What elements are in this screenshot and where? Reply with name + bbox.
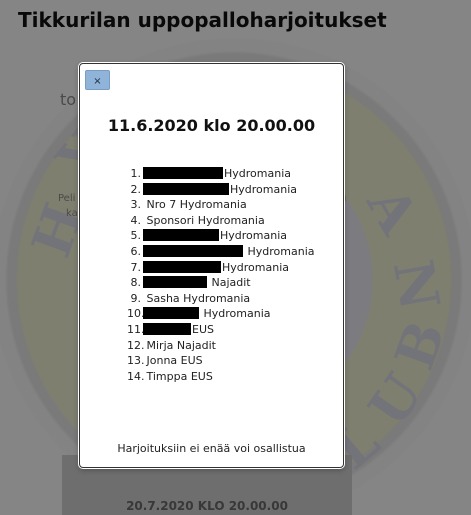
- redaction-bar: [143, 260, 221, 273]
- list-item: 1. Hydromania: [130, 167, 291, 180]
- participant-name: Sasha Hydromania: [146, 291, 251, 305]
- list-item: 14. Timppa EUS: [127, 369, 213, 383]
- participant-name: Hydromania: [203, 307, 271, 321]
- participant-name: Najadit: [211, 276, 251, 290]
- registration-closed-note: Harjoituksiin ei enää voi osallistua: [117, 442, 306, 455]
- list-item: 10. Hydromania: [127, 307, 271, 321]
- participant-name: Mirja Najadit: [146, 338, 216, 352]
- participant-name: Hydromania: [230, 182, 297, 196]
- redaction-bar: [143, 244, 243, 257]
- participant-name: Nro 7 Hydromania: [146, 198, 247, 212]
- redaction-bar: [143, 182, 229, 195]
- participant-list: 1. Hydromania 2. Hydromania 3. Nro 7 Hydro…: [127, 166, 315, 384]
- participant-name: Timppa EUS: [146, 369, 213, 383]
- redaction-bar: [143, 307, 199, 320]
- session-date-heading: 11.6.2020 klo 20.00.00: [107, 116, 316, 135]
- participants-modal: × 11.6.2020 klo 20.00.00 1. Hydromania 2.…: [79, 63, 344, 468]
- list-item: 12. Mirja Najadit: [127, 338, 216, 352]
- list-item: 9. Sasha Hydromania: [130, 291, 251, 305]
- list-item: 8. Najadit: [130, 276, 251, 290]
- list-item: 7. Hydromania: [130, 260, 289, 274]
- participant-name: Jonna EUS: [146, 354, 203, 368]
- list-item: 6. Hydromania: [130, 244, 315, 258]
- list-item: 3. Nro 7 Hydromania: [130, 198, 247, 212]
- participant-name: EUS: [192, 322, 214, 336]
- redaction-bar: [143, 276, 207, 289]
- participant-name: Hydromania: [222, 260, 289, 274]
- redaction-bar: [143, 167, 223, 179]
- redaction-bar: [143, 322, 191, 335]
- participant-name: Hydromania: [220, 229, 287, 243]
- participant-name: Hydromania: [247, 244, 315, 258]
- participant-name: Hydromania: [224, 167, 291, 180]
- participant-name: Sponsori Hydromania: [146, 213, 265, 227]
- list-item: 5. Hydromania: [130, 229, 287, 243]
- redaction-bar: [143, 229, 219, 242]
- list-item: 13. Jonna EUS: [127, 354, 203, 368]
- list-item: 2. Hydromania: [130, 182, 297, 196]
- close-button[interactable]: ×: [85, 70, 110, 90]
- list-item: 4. Sponsori Hydromania: [130, 213, 265, 227]
- list-item: 11. EUS: [127, 322, 214, 336]
